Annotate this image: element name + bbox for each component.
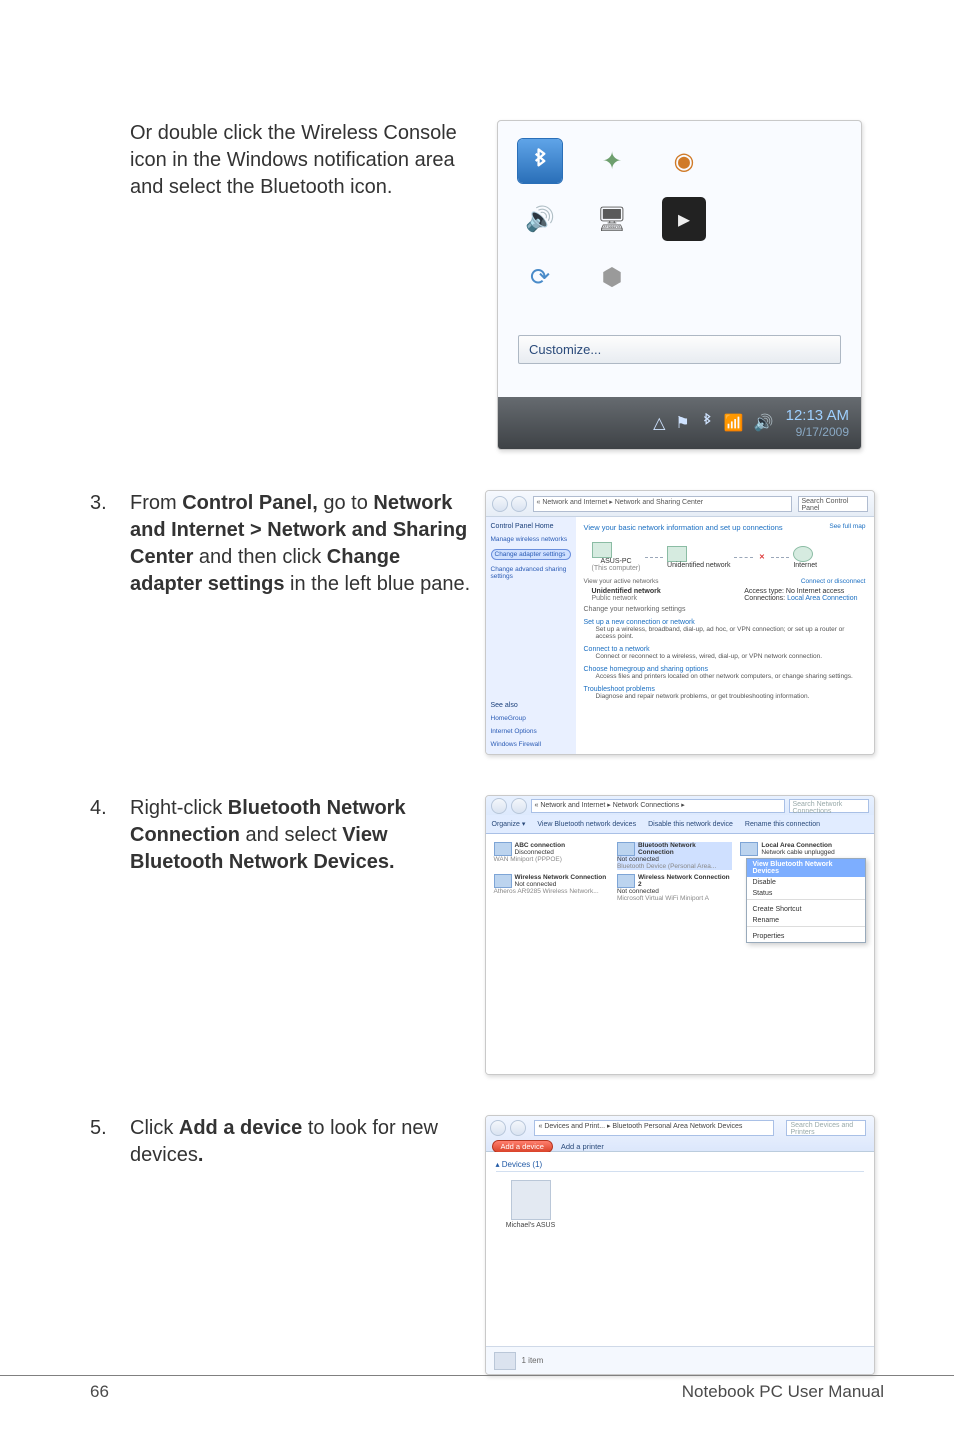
link-connect-network[interactable]: Connect to a network xyxy=(584,646,866,653)
tray-network-icon[interactable]: 📶 xyxy=(724,413,744,433)
taskbar: △ ⚑ 📶 🔊 12:13 AM 9/17/2009 xyxy=(498,397,861,449)
connection-lan[interactable]: Local Area ConnectionNetwork cable unplu… xyxy=(740,842,855,856)
add-device-button[interactable]: Add a device xyxy=(492,1140,553,1153)
context-menu: View Bluetooth Network Devices Disable S… xyxy=(746,858,866,943)
device-name: Michael's ASUS xyxy=(506,1222,556,1229)
view-bt-devices-tool[interactable]: View Bluetooth network devices xyxy=(537,821,636,828)
media-icon[interactable]: ▸ xyxy=(662,197,706,241)
step4-number: 4. xyxy=(90,795,130,876)
disable-device-tool[interactable]: Disable this network device xyxy=(648,821,733,828)
devices-section-header[interactable]: ▴ Devices (1) xyxy=(496,1160,864,1172)
add-printer-button[interactable]: Add a printer xyxy=(561,1142,604,1151)
search-box[interactable]: Search Control Panel xyxy=(798,496,868,512)
ctx-view-bt-devices[interactable]: View Bluetooth Network Devices xyxy=(747,859,865,877)
ctx-disable[interactable]: Disable xyxy=(747,877,865,888)
page-number: 66 xyxy=(90,1382,109,1402)
troubleshoot-desc: Diagnose and repair network problems, or… xyxy=(596,693,866,700)
homegroup-desc: Access files and printers located on oth… xyxy=(596,673,866,680)
connection-abc[interactable]: ABC connectionDisconnectedWAN Miniport (… xyxy=(494,842,609,863)
left-pane-header: Control Panel Home xyxy=(491,523,571,530)
local-area-connection-link[interactable]: Local Area Connection xyxy=(787,595,857,602)
manual-title: Notebook PC User Manual xyxy=(682,1382,884,1402)
intro-text: Or double click the Wireless Console ico… xyxy=(130,122,457,198)
screenshot-network-connections: « Network and Internet ▸ Network Connect… xyxy=(485,795,875,1075)
back-button[interactable] xyxy=(492,496,508,512)
link-windows-firewall[interactable]: Windows Firewall xyxy=(491,741,571,748)
link-troubleshoot[interactable]: Troubleshoot problems xyxy=(584,686,866,693)
setup-connection-desc: Set up a wireless, broadband, dial-up, a… xyxy=(596,626,866,640)
link-setup-connection[interactable]: Set up a new connection or network xyxy=(584,619,866,626)
connection-bluetooth[interactable]: Bluetooth Network ConnectionNot connecte… xyxy=(617,842,732,870)
bluetooth-icon[interactable] xyxy=(518,139,562,183)
step3-number: 3. xyxy=(90,490,130,598)
monitor-icon[interactable]: 🖥 xyxy=(590,197,634,241)
link-manage-wireless[interactable]: Manage wireless networks xyxy=(491,536,571,543)
address-bar[interactable]: « Devices and Print... ▸ Bluetooth Perso… xyxy=(534,1120,774,1136)
connection-wifi2[interactable]: Wireless Network Connection 2Not connect… xyxy=(617,874,732,902)
taskbar-clock[interactable]: 12:13 AM 9/17/2009 xyxy=(786,407,849,439)
sync-icon[interactable]: ⟳ xyxy=(518,255,562,299)
ctx-rename[interactable]: Rename xyxy=(747,915,865,926)
back-button[interactable] xyxy=(490,1120,506,1136)
step5-number: 5. xyxy=(90,1115,130,1169)
ctx-status[interactable]: Status xyxy=(747,888,865,899)
customize-button[interactable]: Customize... xyxy=(518,335,841,364)
device-icon xyxy=(511,1180,551,1220)
forward-button[interactable] xyxy=(510,1120,526,1136)
screenshot-tray-popup: ✦ ◉ 🔊 🖥 ▸ ⟳ ⬢ Customize... △ ⚑ xyxy=(497,120,862,450)
screenshot-network-sharing-center: « Network and Internet ▸ Network and Sha… xyxy=(485,490,875,755)
view-title: View your basic network information and … xyxy=(584,523,783,532)
map-network-icon xyxy=(667,546,687,562)
map-disconnect-icon: ✕ xyxy=(759,553,765,561)
device-item[interactable]: Michael's ASUS xyxy=(496,1180,566,1229)
network-type: Public network xyxy=(592,595,661,602)
see-also-header: See also xyxy=(491,702,571,709)
network-name: Unidentified network xyxy=(592,588,661,595)
rename-connection-tool[interactable]: Rename this connection xyxy=(745,821,820,828)
footer-thumb-icon xyxy=(494,1352,516,1370)
volume-icon[interactable]: 🔊 xyxy=(518,197,562,241)
footer-item-count: 1 item xyxy=(522,1356,544,1365)
tray-flag-icon[interactable]: ⚑ xyxy=(675,413,689,433)
clock-time: 12:13 AM xyxy=(786,407,849,425)
map-pc-icon xyxy=(592,542,612,558)
tray-volume-icon[interactable]: 🔊 xyxy=(754,413,774,433)
see-full-map-link[interactable]: See full map xyxy=(829,523,865,538)
connect-network-desc: Connect or reconnect to a wireless, wire… xyxy=(596,653,866,660)
back-button[interactable] xyxy=(491,798,507,814)
network-map: ASUS-PC(This computer) Unidentified netw… xyxy=(592,542,818,572)
change-settings-header: Change your networking settings xyxy=(584,606,866,613)
gray-icon[interactable]: ⬢ xyxy=(590,255,634,299)
link-change-sharing[interactable]: Change advanced sharing settings xyxy=(491,566,571,580)
step5-text: Click Add a device to look for new devic… xyxy=(130,1115,475,1169)
clock-date: 9/17/2009 xyxy=(786,425,849,439)
forward-button[interactable] xyxy=(511,798,527,814)
connection-wifi[interactable]: Wireless Network ConnectionNot connected… xyxy=(494,874,609,895)
step3-text: From Control Panel, go to Network and In… xyxy=(130,490,475,598)
power-icon[interactable]: ✦ xyxy=(590,139,634,183)
wireless-console-icon[interactable]: ◉ xyxy=(662,139,706,183)
connect-disconnect-link[interactable]: Connect or disconnect xyxy=(801,578,866,585)
map-internet-icon xyxy=(793,546,813,562)
tray-chevron-icon[interactable]: △ xyxy=(653,413,665,433)
address-bar[interactable]: « Network and Internet ▸ Network Connect… xyxy=(531,799,785,813)
search-box[interactable]: Search Network Connections xyxy=(789,799,869,813)
address-bar[interactable]: « Network and Internet ▸ Network and Sha… xyxy=(533,496,792,512)
link-internet-options[interactable]: Internet Options xyxy=(491,728,571,735)
forward-button[interactable] xyxy=(511,496,527,512)
active-networks-header: View your active networks xyxy=(584,578,659,585)
search-box[interactable]: Search Devices and Printers xyxy=(786,1120,866,1136)
step4-text: Right-click Bluetooth Network Connection… xyxy=(130,795,475,876)
link-change-adapter-settings[interactable]: Change adapter settings xyxy=(491,549,571,560)
organize-menu[interactable]: Organize ▾ xyxy=(492,820,526,828)
tray-bluetooth-icon[interactable] xyxy=(700,413,714,434)
left-pane: Control Panel Home Manage wireless netwo… xyxy=(486,517,576,754)
link-homegroup-sharing[interactable]: Choose homegroup and sharing options xyxy=(584,666,866,673)
link-homegroup[interactable]: HomeGroup xyxy=(491,715,571,722)
screenshot-devices: « Devices and Print... ▸ Bluetooth Perso… xyxy=(485,1115,875,1375)
ctx-create-shortcut[interactable]: Create Shortcut xyxy=(747,904,865,915)
ctx-properties[interactable]: Properties xyxy=(747,931,865,942)
